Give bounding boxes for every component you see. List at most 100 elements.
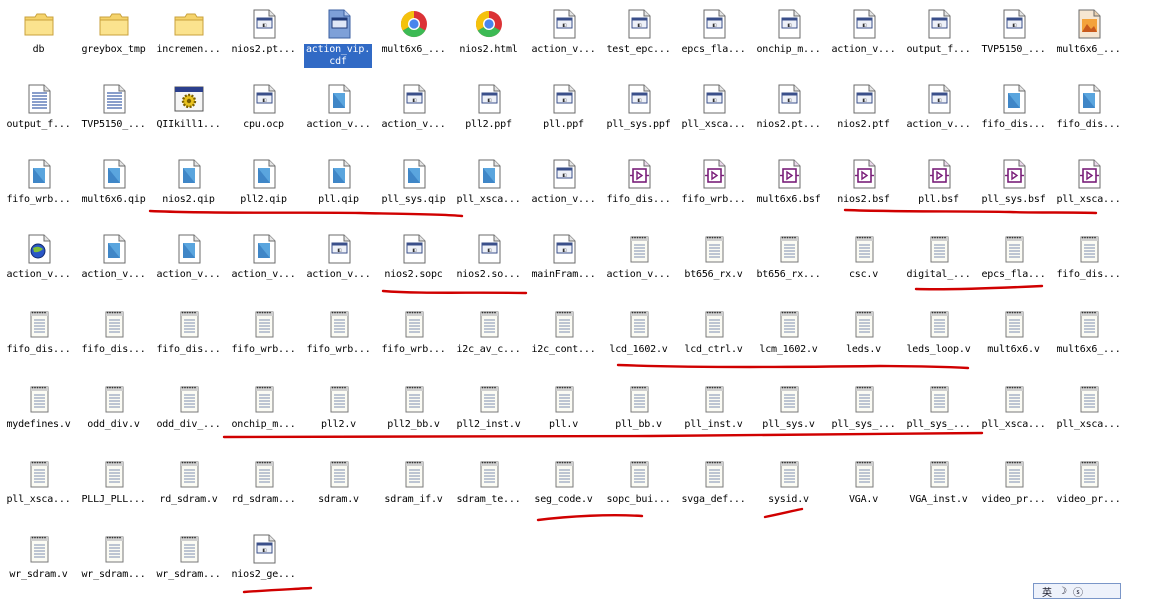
file-item[interactable]: incremen... (151, 2, 226, 77)
file-item[interactable]: QIIkill1... (151, 77, 226, 152)
file-item[interactable]: ◧ nios2.ptf (826, 77, 901, 152)
file-item[interactable]: VGA.v (826, 452, 901, 527)
file-item[interactable]: pll2_bb.v (376, 377, 451, 452)
file-item[interactable]: fifo_dis... (151, 302, 226, 377)
file-item[interactable]: ◧ action_v... (376, 77, 451, 152)
file-item[interactable]: fifo_dis... (1, 302, 76, 377)
file-item[interactable]: ◧ action_v... (826, 2, 901, 77)
file-item[interactable]: sdram.v (301, 452, 376, 527)
file-item[interactable]: mult6x6_... (1051, 2, 1126, 77)
file-item[interactable]: pll_sys_... (901, 377, 976, 452)
file-item[interactable]: ◧ action_v... (301, 227, 376, 302)
file-item[interactable]: pll2.qip (226, 152, 301, 227)
file-item[interactable]: leds.v (826, 302, 901, 377)
file-item[interactable]: pll_sys.v (751, 377, 826, 452)
file-item[interactable]: PLLJ_PLL... (76, 452, 151, 527)
file-item[interactable]: ◧ cpu.ocp (226, 77, 301, 152)
file-item[interactable]: mult6x6_... (1051, 302, 1126, 377)
file-item[interactable]: odd_div_... (151, 377, 226, 452)
file-item[interactable]: rd_sdram.v (151, 452, 226, 527)
file-item[interactable]: sdram_te... (451, 452, 526, 527)
file-item[interactable]: mult6x6.qip (76, 152, 151, 227)
file-item[interactable]: greybox_tmp (76, 2, 151, 77)
file-item[interactable]: ◧ pll_sys.ppf (601, 77, 676, 152)
file-item[interactable]: action_v... (301, 77, 376, 152)
file-item[interactable]: pll2.v (301, 377, 376, 452)
file-item[interactable]: pll_xsca... (1, 452, 76, 527)
file-item[interactable]: fifo_dis... (601, 152, 676, 227)
file-item[interactable]: ◧ nios2.sopc (376, 227, 451, 302)
file-item[interactable]: mult6x6_... (376, 2, 451, 77)
file-item[interactable]: ◧ nios2.pt... (226, 2, 301, 77)
file-item[interactable]: pll_xsca... (1051, 152, 1126, 227)
file-item[interactable]: mult6x6.v (976, 302, 1051, 377)
file-item[interactable]: lcm_1602.v (751, 302, 826, 377)
file-item[interactable]: lcd_1602.v (601, 302, 676, 377)
file-item[interactable]: action_v... (226, 227, 301, 302)
file-item[interactable]: epcs_fla... (976, 227, 1051, 302)
file-item[interactable]: pll_sys.qip (376, 152, 451, 227)
file-item[interactable]: sopc_bui... (601, 452, 676, 527)
moon-icon[interactable]: ☽ (1058, 586, 1067, 597)
ime-language-bar[interactable]: 英 ☽ ⓢ (1033, 583, 1121, 599)
file-item[interactable]: pll_sys_... (826, 377, 901, 452)
file-item[interactable]: wr_sdram... (151, 527, 226, 602)
file-item[interactable]: mult6x6.bsf (751, 152, 826, 227)
file-item[interactable]: lcd_ctrl.v (676, 302, 751, 377)
file-item[interactable]: pll_bb.v (601, 377, 676, 452)
file-item[interactable]: fifo_wrb... (376, 302, 451, 377)
file-item[interactable]: pll.bsf (901, 152, 976, 227)
file-item[interactable]: ◧ TVP5150_... (976, 2, 1051, 77)
file-item[interactable]: leds_loop.v (901, 302, 976, 377)
file-item[interactable]: output_f... (1, 77, 76, 152)
file-item[interactable]: pll_xsca... (976, 377, 1051, 452)
file-item[interactable]: mydefines.v (1, 377, 76, 452)
file-item[interactable]: ◧ nios2_ge... (226, 527, 301, 602)
file-item[interactable]: action_vip.cdf (301, 2, 376, 77)
file-item[interactable]: ◧ pll2.ppf (451, 77, 526, 152)
file-item[interactable]: fifo_wrb... (301, 302, 376, 377)
file-item[interactable]: video_pr... (976, 452, 1051, 527)
file-item[interactable]: ◧ nios2.pt... (751, 77, 826, 152)
file-item[interactable]: digital_... (901, 227, 976, 302)
file-item[interactable]: nios2.html (451, 2, 526, 77)
file-item[interactable]: fifo_dis... (1051, 227, 1126, 302)
file-item[interactable]: i2c_cont... (526, 302, 601, 377)
file-item[interactable]: ◧ mainFram... (526, 227, 601, 302)
file-item[interactable]: pll_sys.bsf (976, 152, 1051, 227)
file-item[interactable]: pll2_inst.v (451, 377, 526, 452)
file-item[interactable]: ◧ action_v... (901, 77, 976, 152)
ime-extra-icon[interactable]: ⓢ (1073, 584, 1083, 599)
file-item[interactable]: nios2.qip (151, 152, 226, 227)
file-item[interactable]: ◧ test_epc... (601, 2, 676, 77)
file-item[interactable]: ◧ nios2.so... (451, 227, 526, 302)
file-item[interactable]: ◧ onchip_m... (751, 2, 826, 77)
file-item[interactable]: action_v... (601, 227, 676, 302)
file-item[interactable]: rd_sdram... (226, 452, 301, 527)
file-item[interactable]: svga_def... (676, 452, 751, 527)
file-item[interactable]: fifo_dis... (76, 302, 151, 377)
file-item[interactable]: odd_div.v (76, 377, 151, 452)
file-item[interactable]: db (1, 2, 76, 77)
file-item[interactable]: fifo_dis... (1051, 77, 1126, 152)
file-item[interactable]: ◧ pll_xsca... (676, 77, 751, 152)
file-item[interactable]: pll_xsca... (1051, 377, 1126, 452)
file-item[interactable]: pll_inst.v (676, 377, 751, 452)
file-item[interactable]: i2c_av_c... (451, 302, 526, 377)
file-item[interactable]: sdram_if.v (376, 452, 451, 527)
file-item[interactable]: wr_sdram.v (1, 527, 76, 602)
file-item[interactable]: ◧ output_f... (901, 2, 976, 77)
file-item[interactable]: seg_code.v (526, 452, 601, 527)
file-item[interactable]: ◧ action_v... (526, 2, 601, 77)
file-item[interactable]: fifo_wrb... (1, 152, 76, 227)
ime-mode-label[interactable]: 英 (1042, 584, 1052, 599)
file-item[interactable]: bt656_rx... (751, 227, 826, 302)
file-item[interactable]: ◧ pll.ppf (526, 77, 601, 152)
file-item[interactable]: bt656_rx.v (676, 227, 751, 302)
file-item[interactable]: fifo_wrb... (226, 302, 301, 377)
file-item[interactable]: onchip_m... (226, 377, 301, 452)
file-item[interactable]: sysid.v (751, 452, 826, 527)
file-item[interactable]: ◧ action_v... (526, 152, 601, 227)
file-item[interactable]: action_v... (1, 227, 76, 302)
file-item[interactable]: action_v... (151, 227, 226, 302)
